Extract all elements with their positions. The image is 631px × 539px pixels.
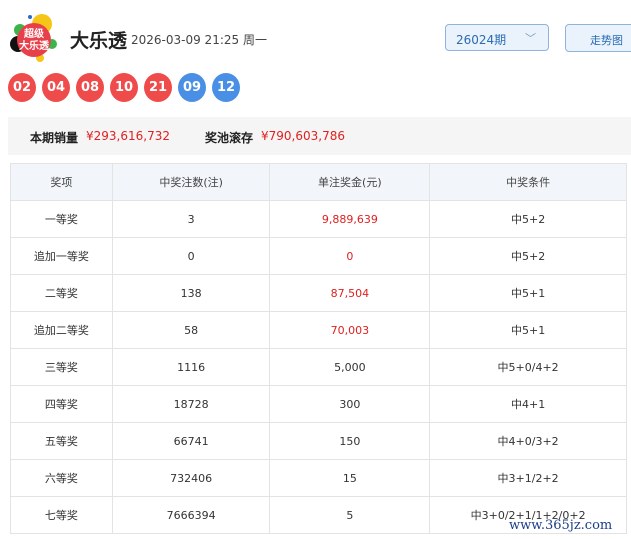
- prize-amount: 300: [269, 385, 431, 423]
- prize-name: 二等奖: [10, 274, 113, 312]
- svg-text:大乐透: 大乐透: [19, 39, 50, 52]
- watermark: www.365jz.com: [509, 518, 613, 533]
- winner-count: 7666394: [111, 496, 271, 534]
- win-condition: 中5+2: [429, 237, 627, 275]
- winner-count: 0: [111, 237, 271, 275]
- front-ball: 10: [110, 73, 138, 102]
- prize-name: 一等奖: [10, 200, 113, 238]
- sales-value: ¥293,616,732: [86, 129, 170, 143]
- prize-name: 六等奖: [10, 459, 113, 497]
- pool-label: 奖池滚存: [205, 131, 254, 145]
- front-ball: 21: [144, 73, 172, 102]
- winner-count: 66741: [111, 422, 271, 460]
- table-row: 一等奖 3 9,889,639 中5+2: [10, 200, 627, 238]
- win-condition: 中5+2: [429, 200, 627, 238]
- sales-label: 本期销量: [30, 131, 79, 145]
- win-condition: 中4+0/3+2: [429, 422, 627, 460]
- win-condition: 中5+1: [429, 274, 627, 312]
- table-row: 追加二等奖 58 70,003 中5+1: [10, 311, 627, 349]
- logo-icon: 超级 大乐透: [10, 14, 57, 62]
- back-ball: 12: [212, 73, 240, 102]
- prize-amount: 9,889,639: [269, 200, 431, 238]
- win-condition: 中3+1/2+2: [429, 459, 627, 497]
- col-header: 中奖条件: [429, 163, 627, 201]
- col-header: 单注奖金(元): [269, 163, 431, 201]
- win-condition: 中4+1: [429, 385, 627, 423]
- period-value: 26024期: [456, 33, 507, 47]
- chevron-down-icon: ﹀: [525, 32, 536, 45]
- pool-value: ¥790,603,786: [261, 129, 345, 143]
- col-header: 奖项: [10, 163, 113, 201]
- table-row: 五等奖 66741 150 中4+0/3+2: [10, 422, 627, 460]
- prize-name: 追加一等奖: [10, 237, 113, 275]
- winner-count: 18728: [111, 385, 271, 423]
- prize-name: 追加二等奖: [10, 311, 113, 349]
- table-row: 三等奖 1116 5,000 中5+0/4+2: [10, 348, 627, 386]
- winner-count: 732406: [111, 459, 271, 497]
- table-header: 奖项 中奖注数(注) 单注奖金(元) 中奖条件: [10, 163, 627, 201]
- prize-name: 三等奖: [10, 348, 113, 386]
- svg-text:超级: 超级: [23, 27, 45, 40]
- table-row: 追加一等奖 0 0 中5+2: [10, 237, 627, 275]
- prize-amount: 5,000: [269, 348, 431, 386]
- front-ball: 02: [8, 73, 36, 102]
- winner-count: 3: [111, 200, 271, 238]
- trend-chart-button[interactable]: 走势图: [565, 24, 631, 52]
- period-select[interactable]: 26024期 ﹀: [445, 24, 549, 51]
- prize-amount: 0: [269, 237, 431, 275]
- prize-amount: 5: [269, 496, 431, 534]
- sales-summary: 本期销量 ¥293,616,732 奖池滚存 ¥790,603,786: [8, 117, 631, 155]
- win-condition: 中5+1: [429, 311, 627, 349]
- prize-amount: 87,504: [269, 274, 431, 312]
- front-ball: 04: [42, 73, 70, 102]
- table-row: 六等奖 732406 15 中3+1/2+2: [10, 459, 627, 497]
- winning-numbers: 02 04 08 10 21 09 12: [8, 73, 240, 102]
- draw-datetime: 2026-03-09 21:25 周一: [131, 33, 267, 47]
- prize-amount: 150: [269, 422, 431, 460]
- winner-count: 58: [111, 311, 271, 349]
- prize-amount: 15: [269, 459, 431, 497]
- prize-name: 七等奖: [10, 496, 113, 534]
- prize-table: 奖项 中奖注数(注) 单注奖金(元) 中奖条件 一等奖 3 9,889,639 中5+…: [10, 163, 627, 534]
- winner-count: 1116: [111, 348, 271, 386]
- prize-name: 五等奖: [10, 422, 113, 460]
- prize-name: 四等奖: [10, 385, 113, 423]
- win-condition: 中5+0/4+2: [429, 348, 627, 386]
- lottery-title: 大乐透: [70, 30, 128, 52]
- table-row: 四等奖 18728 300 中4+1: [10, 385, 627, 423]
- col-header: 中奖注数(注): [111, 163, 271, 201]
- prize-amount: 70,003: [269, 311, 431, 349]
- back-ball: 09: [178, 73, 206, 102]
- front-ball: 08: [76, 73, 104, 102]
- winner-count: 138: [111, 274, 271, 312]
- table-row: 二等奖 138 87,504 中5+1: [10, 274, 627, 312]
